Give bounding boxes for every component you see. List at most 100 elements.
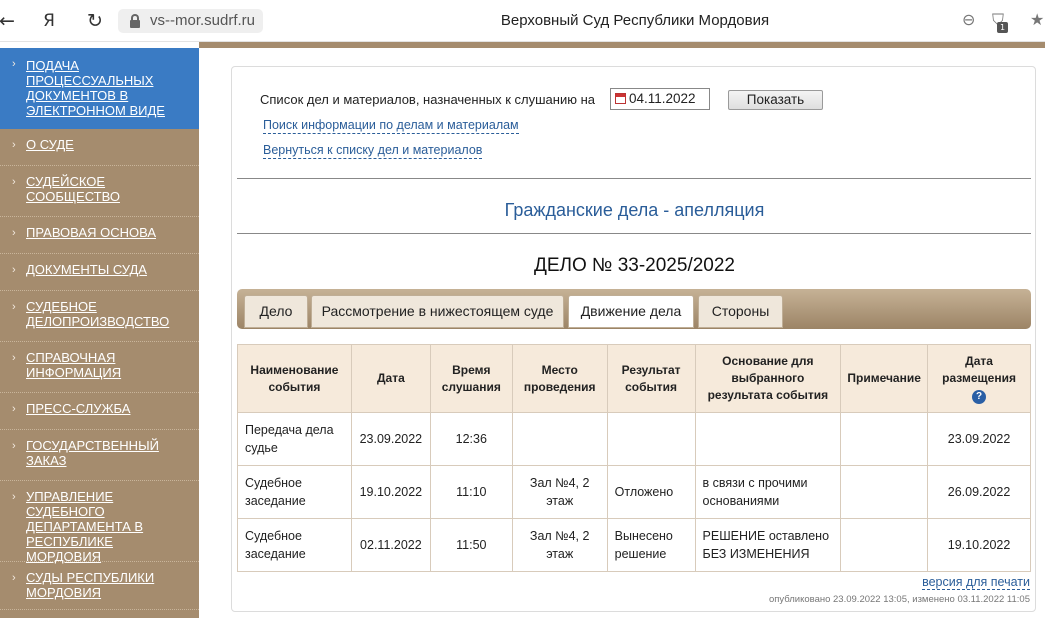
tab-parties[interactable]: Стороны (698, 295, 783, 328)
help-icon[interactable]: ? (972, 390, 987, 404)
column-header-posted-date: Дата размещения ? (927, 344, 1031, 413)
sidebar-item-label[interactable]: Пресс-служба (26, 401, 189, 416)
event-name: Судебное заседание (237, 465, 352, 519)
column-header: Примечание (840, 344, 929, 413)
chevron-right-icon: › (12, 227, 16, 239)
chevron-right-icon: › (12, 352, 16, 364)
lock-icon (130, 14, 140, 28)
event-posted-date: 23.09.2022 (927, 412, 1031, 466)
chevron-right-icon: › (12, 264, 16, 276)
table-row: Судебное заседание 02.11.2022 11:50 Зал … (237, 518, 1031, 572)
sidebar-item-proceedings[interactable]: › Судебное делопроизводство (0, 291, 199, 342)
event-result: Отложено (606, 465, 696, 519)
tab-lower-court[interactable]: Рассмотрение в нижестоящем суде (311, 295, 564, 328)
chevron-right-icon: › (12, 403, 16, 415)
event-basis: в связи с прочими основаниями (694, 465, 842, 519)
sidebar-item-label[interactable]: Судейское сообщество (26, 174, 189, 204)
column-header: Наименование события (237, 344, 352, 413)
case-tabs: Дело Рассмотрение в нижестоящем суде Дви… (237, 289, 1031, 329)
address-bar[interactable]: vs--mor.sudrf.ru (118, 9, 264, 33)
sidebar-item-reference[interactable]: › Справочная информация (0, 342, 199, 393)
event-date: 23.09.2022 (350, 412, 431, 466)
event-name: Судебное заседание (237, 518, 352, 572)
sidebar-item-legal[interactable]: › Правовая основа (0, 217, 199, 254)
sidebar-item-label[interactable]: Подача процессуальных документов в элект… (26, 58, 189, 118)
event-result: Вынесено решение (606, 518, 696, 572)
chevron-right-icon: › (12, 491, 16, 503)
case-events-table: Наименование события Дата Время слушания… (237, 344, 1031, 572)
event-date: 02.11.2022 (350, 518, 431, 572)
print-version-link[interactable]: версия для печати (922, 575, 1030, 590)
sidebar-item-courts[interactable]: › Суды Республики Мордовия (0, 562, 199, 610)
show-button[interactable]: Показать (728, 90, 823, 110)
event-time: 12:36 (429, 412, 513, 466)
table-header-row: Наименование события Дата Время слушания… (237, 344, 1031, 413)
table-row: Передача дела судье 23.09.2022 12:36 23.… (237, 412, 1031, 466)
calendar-icon[interactable] (615, 93, 626, 104)
column-header-label: Дата размещения (942, 354, 1016, 385)
column-header: Место проведения (511, 344, 608, 413)
sidebar-item-label[interactable]: Суды Республики Мордовия (26, 570, 189, 600)
event-name: Передача дела судье (237, 412, 352, 466)
sidebar-item-judges[interactable]: › Судейское сообщество (0, 166, 199, 217)
tab-case-movement[interactable]: Движение дела (568, 295, 694, 328)
column-header: Дата (350, 344, 431, 413)
column-header: Результат события (606, 344, 696, 413)
column-header: Основание для выбранного результата собы… (694, 344, 842, 413)
event-time: 11:10 (429, 465, 513, 519)
search-cases-link[interactable]: Поиск информации по делам и материалам (263, 118, 519, 134)
date-field[interactable]: 04.11.2022 (610, 88, 710, 110)
back-arrow-icon[interactable]: ← (0, 8, 20, 34)
sidebar-item-label[interactable]: Управление Судебного департамента в Респ… (26, 489, 189, 564)
sidebar-item-label[interactable]: Судебное делопроизводство (26, 299, 189, 329)
tab-case[interactable]: Дело (244, 295, 308, 328)
event-note (840, 518, 929, 572)
sidebar-item-documents[interactable]: › Документы суда (0, 254, 199, 291)
column-header: Время слушания (429, 344, 513, 413)
event-place: Зал №4, 2 этаж (511, 518, 608, 572)
reload-icon[interactable]: ↻ (82, 8, 108, 34)
zoom-icon[interactable]: ⊖ (962, 10, 975, 29)
event-basis: РЕШЕНИЕ оставлено БЕЗ ИЗМЕНЕНИЯ (694, 518, 842, 572)
yandex-icon[interactable]: Я (36, 8, 62, 34)
event-place: Зал №4, 2 этаж (511, 465, 608, 519)
sidebar-item-label[interactable]: О суде (26, 137, 189, 152)
sidebar-item-e-filing[interactable]: › Подача процессуальных документов в эле… (0, 48, 199, 129)
sidebar-item-label[interactable]: Справочная информация (26, 350, 189, 380)
sidebar-item-label[interactable]: Государственный заказ (26, 438, 189, 468)
published-info: опубликовано 23.09.2022 13:05, изменено … (768, 594, 1030, 605)
case-panel: Список дел и материалов, назначенных к с… (231, 66, 1036, 612)
chevron-right-icon: › (12, 139, 16, 151)
event-result (606, 412, 696, 466)
date-value: 04.11.2022 (629, 91, 696, 106)
divider (237, 233, 1031, 234)
bookmark-star-icon[interactable]: ★ (1030, 10, 1044, 29)
extension-badge: 1 (997, 22, 1009, 33)
event-posted-date: 26.09.2022 (927, 465, 1031, 519)
sidebar-item-press[interactable]: › Пресс-служба (0, 393, 199, 430)
table-row: Судебное заседание 19.10.2022 11:10 Зал … (237, 465, 1031, 519)
back-to-list-link[interactable]: Вернуться к списку дел и материалов (263, 143, 483, 159)
sidebar-item-department[interactable]: › Управление Судебного департамента в Ре… (0, 481, 199, 564)
case-title: ДЕЛО № 33-2025/2022 (533, 255, 735, 276)
event-note (840, 412, 929, 466)
sidebar-menu: › Подача процессуальных документов в эле… (0, 48, 199, 618)
date-list-label: Список дел и материалов, назначенных к с… (260, 92, 595, 107)
chevron-right-icon: › (12, 301, 16, 313)
sidebar-item-label[interactable]: Документы суда (26, 262, 189, 277)
sidebar-item-about[interactable]: › О суде (0, 129, 199, 166)
event-place (511, 412, 608, 466)
extension-icon[interactable]: ⛉ 1 (992, 10, 1009, 33)
section-title: Гражданские дела - апелляция (504, 200, 765, 220)
chevron-right-icon: › (12, 440, 16, 452)
chevron-right-icon: › (12, 572, 16, 584)
divider (237, 178, 1031, 179)
event-basis (694, 412, 842, 466)
url-text: vs--mor.sudrf.ru (150, 12, 256, 29)
sidebar-item-procurement[interactable]: › Государственный заказ (0, 430, 199, 481)
event-note (840, 465, 929, 519)
browser-toolbar: ← Я ↻ vs--mor.sudrf.ru Верховный Суд Рес… (0, 0, 1045, 42)
chevron-right-icon: › (12, 58, 16, 70)
header-strip (199, 42, 1045, 48)
sidebar-item-label[interactable]: Правовая основа (26, 225, 189, 240)
